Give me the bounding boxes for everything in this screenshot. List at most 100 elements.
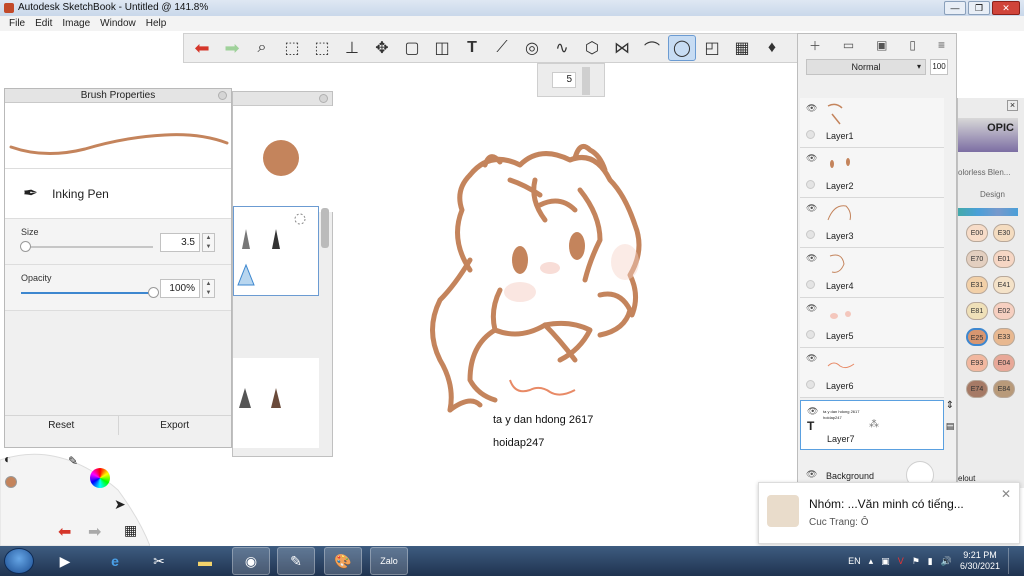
redo-icon[interactable]: ➡ [218,35,246,61]
lagoon-undo-icon[interactable]: ⬅ [58,522,71,542]
layer-item[interactable]: 👁 Layer1 [800,98,944,148]
brush-size-value[interactable]: 5 [552,72,576,88]
copic-close-icon[interactable]: × [1007,100,1018,111]
layer-item[interactable]: 👁 Layer5 [800,298,944,348]
french-curve-icon[interactable]: ∿ [548,35,576,61]
eye-icon[interactable]: 👁 [806,303,817,314]
ruler-icon[interactable]: ⟋ [488,35,516,61]
copic-swatch-e70[interactable]: E70 [966,250,988,268]
brush-size-slider[interactable] [582,67,590,95]
copic-swatch-e84[interactable]: E84 [993,380,1015,398]
minimize-button[interactable]: — [944,1,966,15]
copic-swatch-e02[interactable]: E02 [993,302,1015,320]
size-value-field[interactable]: 3.5 [160,233,200,252]
menu-window[interactable]: Window [95,16,141,31]
layer-opacity-field[interactable]: 100 [930,59,948,75]
current-color-swatch[interactable] [263,140,299,176]
file-explorer-icon[interactable]: ▬ [186,547,224,575]
size-slider-track[interactable] [21,246,153,248]
lagoon-brush-icon[interactable]: ◐ [4,452,11,466]
notification-close-icon[interactable]: ✕ [1001,487,1011,501]
fill-icon[interactable]: ◫ [428,35,456,61]
symmetry-icon[interactable]: ⋈ [608,35,636,61]
perspective-icon[interactable]: ⬡ [578,35,606,61]
lagoon-layers-icon[interactable]: ▦ [124,522,137,539]
copic-swatch-e41[interactable]: E41 [993,276,1015,294]
layer-radio[interactable] [806,330,815,339]
lagoon-color-wheel-icon[interactable] [90,468,110,488]
ellipse-tool-icon[interactable]: ◯ [668,35,696,61]
tray-chevron-icon[interactable]: ▴ [869,556,874,567]
palette-scrollbar[interactable] [321,208,329,248]
panel-close-icon[interactable] [218,91,227,100]
menu-file[interactable]: File [4,16,30,31]
layer-radio[interactable] [806,380,815,389]
copic-swatch-e31[interactable]: E31 [966,276,988,294]
brush-set-active[interactable] [233,206,319,296]
shapes-icon[interactable]: ◰ [698,35,726,61]
lasso-select-icon[interactable]: ⬚ [308,35,336,61]
copic-swatch-e93[interactable]: E93 [966,354,988,372]
layer-scroll-controls[interactable]: ⇕ ▤ [945,400,955,450]
eye-icon[interactable]: 👁 [806,469,817,480]
design-tab[interactable]: Design [980,190,1005,199]
layer-radio[interactable] [806,180,815,189]
brushes-icon[interactable]: ♦ [758,35,786,61]
curve-icon[interactable]: ⌒ [638,35,666,61]
layer-radio[interactable] [806,130,815,139]
layer-merge-icon[interactable]: ▤ [945,421,955,432]
lagoon-redo-icon[interactable]: ➡ [88,522,101,542]
zalo-icon[interactable]: Zalo [370,547,408,575]
start-button[interactable] [4,548,34,574]
blend-mode-select[interactable]: Normal [806,59,926,75]
flag-icon[interactable]: ⚑ [912,556,920,567]
brush-set-secondary[interactable] [233,358,319,448]
lagoon-eraser-icon[interactable] [5,476,17,488]
size-stepper[interactable]: ▲ ▼ [202,233,215,252]
eye-icon[interactable]: 👁 [806,203,817,214]
paint-icon[interactable]: 🎨 [324,547,362,575]
menu-help[interactable]: Help [141,16,172,31]
layer-item[interactable]: 👁 Layer4 [800,248,944,298]
transform-icon[interactable]: ✥ [368,35,396,61]
volume-icon[interactable]: 🔊 [941,556,952,567]
brush-name-row[interactable]: ✒ Inking Pen [5,169,231,219]
menu-edit[interactable]: Edit [30,16,57,31]
copic-swatch-e33[interactable]: E33 [993,328,1015,346]
layer-menu-icon[interactable]: ≡ [938,38,945,52]
eye-icon[interactable]: 👁 [806,153,817,164]
copic-swatch-e30[interactable]: E30 [993,224,1015,242]
layer-radio[interactable] [806,230,815,239]
menu-image[interactable]: Image [57,16,95,31]
add-group-icon[interactable]: ▭ [843,38,854,52]
copic-swatch-e74[interactable]: E74 [966,380,988,398]
copic-swatch-e01[interactable]: E01 [993,250,1015,268]
layer-panel-icon[interactable]: ▦ [728,35,756,61]
text-icon[interactable]: T [458,35,486,61]
zoom-icon[interactable]: ⌕ [248,35,276,61]
language-indicator[interactable]: EN [848,556,861,566]
vivaldi-tray-icon[interactable]: V [898,556,904,566]
palette-close-icon[interactable] [319,94,328,103]
clock[interactable]: 9:21 PM 6/30/2021 [960,550,1000,572]
network-icon[interactable]: ▮ [928,556,933,567]
maximize-button[interactable]: ❐ [968,1,990,15]
opacity-slider-knob[interactable] [148,287,159,298]
eye-icon[interactable]: 👁 [806,103,817,114]
copic-swatch-e25[interactable]: E25 [966,328,988,346]
eye-icon[interactable]: 👁 [806,353,817,364]
layer-item-selected[interactable]: 👁 T ta y dan hdong 2617 hoidap247 ⁂ Laye… [800,400,944,450]
export-button[interactable]: Export [119,416,232,435]
clear-layer-icon[interactable]: ▯ [909,38,916,52]
layer-radio[interactable] [806,280,815,289]
size-slider-knob[interactable] [19,241,31,252]
distort-icon[interactable]: ▢ [398,35,426,61]
reset-button[interactable]: Reset [5,416,119,435]
lagoon-pen-icon[interactable]: ✎ [68,454,78,468]
selection-icon[interactable]: ⬚ [278,35,306,61]
lagoon-select-icon[interactable]: ➤ [114,496,126,513]
internet-explorer-icon[interactable]: e [96,547,134,575]
eye-icon[interactable]: 👁 [807,406,818,417]
copic-swatch-e00[interactable]: E00 [966,224,988,242]
add-image-icon[interactable]: ▣ [876,38,887,52]
